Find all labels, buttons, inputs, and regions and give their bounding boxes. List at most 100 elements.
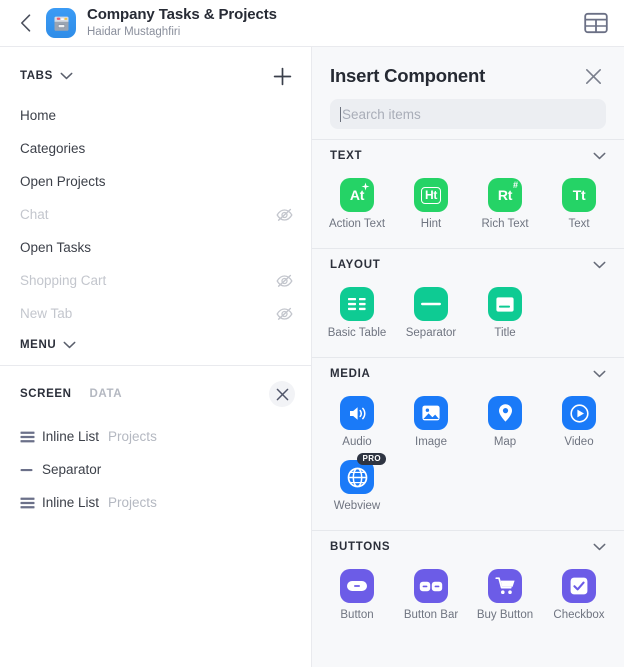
- tabs-section-label: TABS: [20, 70, 53, 82]
- tab-label: Categories: [20, 141, 86, 156]
- chevron-left-icon: [20, 14, 30, 32]
- tile-label: Buy Button: [476, 609, 534, 621]
- search-wrapper: [312, 99, 624, 139]
- component-tile-title[interactable]: Title: [468, 283, 542, 347]
- menu-section-header[interactable]: MENU: [0, 330, 311, 365]
- hint-icon: Ht: [414, 178, 448, 212]
- video-play-icon: [562, 396, 596, 430]
- menu-collapse-toggle[interactable]: [63, 341, 76, 349]
- search-box[interactable]: [330, 99, 606, 129]
- tab-label: Home: [20, 108, 57, 123]
- eye-off-icon: [276, 307, 293, 320]
- group-collapse-toggle[interactable]: [593, 152, 606, 160]
- component-tile-text[interactable]: Tt Text: [542, 174, 616, 238]
- component-tile-buy-button[interactable]: Buy Button: [468, 565, 542, 629]
- tab-data[interactable]: DATA: [90, 388, 123, 400]
- screen-panel-header: SCREEN DATA: [0, 366, 311, 420]
- pro-badge: PRO: [357, 453, 386, 465]
- close-screen-panel-button[interactable]: [269, 381, 295, 407]
- sidebar-item-open-tasks[interactable]: Open Tasks: [0, 231, 311, 264]
- search-input[interactable]: [342, 106, 596, 122]
- component-tile-action-text[interactable]: At Action Text: [320, 174, 394, 238]
- add-tab-button[interactable]: [269, 63, 295, 89]
- tile-label: Map: [493, 436, 517, 448]
- sidebar-item-new-tab[interactable]: New Tab: [0, 297, 311, 330]
- rich-text-glyph: Rt: [497, 187, 513, 203]
- component-tile-button-bar[interactable]: Button Bar: [394, 565, 468, 629]
- tab-screen[interactable]: SCREEN: [20, 388, 72, 400]
- hint-glyph: Ht: [424, 187, 438, 202]
- list-item[interactable]: Separator: [0, 453, 311, 486]
- top-bar: Company Tasks & Projects Haidar Mustaghf…: [0, 0, 624, 47]
- component-tile-audio[interactable]: Audio: [320, 392, 394, 456]
- tile-label: Webview: [333, 500, 381, 512]
- tile-label: Title: [494, 327, 516, 339]
- component-tile-separator[interactable]: Separator: [394, 283, 468, 347]
- tile-label: Image: [415, 436, 447, 448]
- component-tile-hint[interactable]: Ht Hint: [394, 174, 468, 238]
- menu-section-label: MENU: [20, 339, 57, 351]
- tile-label: Video: [564, 436, 594, 448]
- group-collapse-toggle[interactable]: [593, 370, 606, 378]
- component-tile-webview[interactable]: PRO Webview: [320, 453, 394, 520]
- app-icon: [46, 8, 76, 38]
- visibility-toggle[interactable]: [276, 307, 293, 321]
- table-layout-button[interactable]: [582, 9, 610, 37]
- component-tile-checkbox[interactable]: Checkbox: [542, 565, 616, 629]
- text-icon: Tt: [562, 178, 596, 212]
- sidebar-item-open-projects[interactable]: Open Projects: [0, 165, 311, 198]
- basic-table-icon: [340, 287, 374, 321]
- group-tiles-text: At Action Text Ht Hint Rt # Rich Text Tt…: [312, 170, 624, 248]
- table-layout-icon: [584, 12, 608, 34]
- component-tile-image[interactable]: Image: [394, 392, 468, 456]
- component-tile-rich-text[interactable]: Rt # Rich Text: [468, 174, 542, 238]
- group-header-layout[interactable]: LAYOUT: [312, 248, 624, 279]
- shopping-cart-icon: [488, 569, 522, 603]
- component-tile-map[interactable]: Map: [468, 392, 542, 456]
- chevron-down-icon: [593, 370, 606, 378]
- component-groups-scroll[interactable]: TEXT At Action Text Ht Hint Rt # Rich Te…: [312, 139, 624, 667]
- group-header-buttons[interactable]: BUTTONS: [312, 530, 624, 561]
- left-sidebar: TABS Home Categories Open Projects Chat …: [0, 47, 312, 667]
- group-collapse-toggle[interactable]: [593, 261, 606, 269]
- sidebar-item-categories[interactable]: Categories: [0, 132, 311, 165]
- group-header-media[interactable]: MEDIA: [312, 357, 624, 388]
- list-item[interactable]: Inline List Projects: [0, 486, 311, 519]
- tile-label: Audio: [342, 436, 372, 448]
- sidebar-item-shopping-cart[interactable]: Shopping Cart: [0, 264, 311, 297]
- tile-label: Hint: [420, 218, 442, 230]
- globe-icon: PRO: [340, 453, 386, 494]
- chevron-down-icon: [63, 341, 76, 349]
- visibility-toggle[interactable]: [276, 274, 293, 288]
- text-glyph: Tt: [572, 187, 586, 203]
- tile-label: Rich Text: [481, 218, 529, 230]
- visibility-toggle[interactable]: [276, 208, 293, 222]
- group-tiles-buttons: Button Button Bar Buy Button Checkbox: [312, 561, 624, 639]
- sidebar-item-home[interactable]: Home: [0, 99, 311, 132]
- back-button[interactable]: [10, 8, 40, 38]
- tile-label: Button: [340, 609, 374, 621]
- eye-off-icon: [276, 208, 293, 221]
- tab-label: Open Projects: [20, 174, 106, 189]
- separator-icon: [20, 464, 42, 476]
- insert-panel-header: Insert Component: [312, 47, 624, 99]
- chevron-down-icon: [593, 261, 606, 269]
- sidebar-item-chat[interactable]: Chat: [0, 198, 311, 231]
- component-meta: Projects: [108, 495, 157, 510]
- component-tile-basic-table[interactable]: Basic Table: [320, 283, 394, 347]
- component-tile-button[interactable]: Button: [320, 565, 394, 629]
- group-header-text[interactable]: TEXT: [312, 139, 624, 170]
- group-collapse-toggle[interactable]: [593, 543, 606, 551]
- close-insert-panel-button[interactable]: [580, 63, 606, 89]
- title-icon: [488, 287, 522, 321]
- insert-panel-title: Insert Component: [330, 65, 486, 86]
- component-name: Separator: [42, 462, 102, 477]
- tabs-collapse-toggle[interactable]: [60, 72, 73, 80]
- component-tile-video[interactable]: Video: [542, 392, 616, 456]
- plus-icon: [273, 67, 291, 85]
- body-split: TABS Home Categories Open Projects Chat …: [0, 47, 624, 667]
- list-item[interactable]: Inline List Projects: [0, 420, 311, 453]
- app-root: Company Tasks & Projects Haidar Mustaghf…: [0, 0, 624, 667]
- tile-label: Checkbox: [553, 609, 605, 621]
- tabs-section-header: TABS: [0, 47, 311, 99]
